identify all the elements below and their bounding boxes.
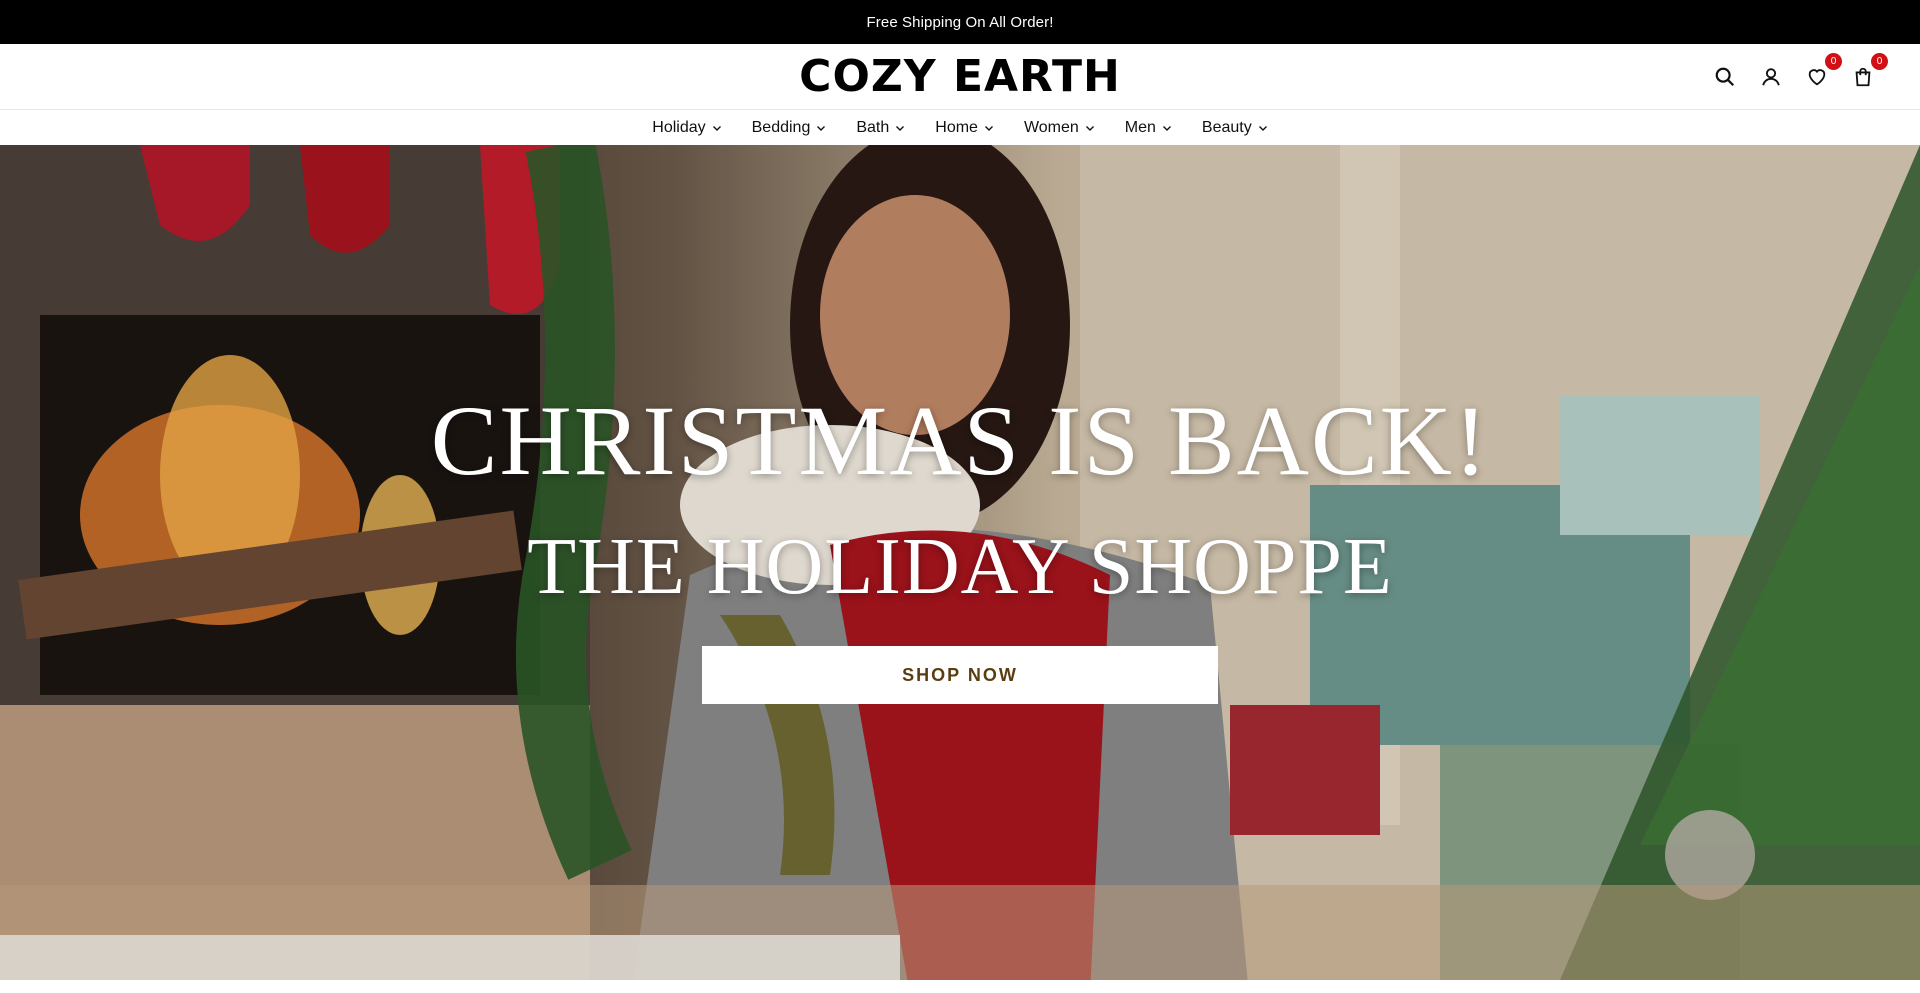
wishlist-count-badge: 0 <box>1825 53 1842 70</box>
nav-item-holiday[interactable]: Holiday <box>637 119 736 137</box>
nav-item-label: Bedding <box>751 118 811 136</box>
chevron-down-icon <box>1085 125 1094 131</box>
nav-item-label: Home <box>935 118 978 136</box>
nav-item-label: Bath <box>856 118 890 136</box>
nav-item-bath[interactable]: Bath <box>841 119 920 137</box>
hero-subheadline: THE HOLIDAY SHOPPE <box>527 523 1393 611</box>
shop-now-button[interactable]: SHOP NOW <box>702 646 1218 704</box>
announcement-bar: Free Shipping On All Order! <box>0 0 1920 44</box>
nav-item-home[interactable]: Home <box>920 119 1009 137</box>
chevron-down-icon <box>984 125 993 131</box>
cart-count-badge: 0 <box>1871 53 1888 70</box>
hero-banner[interactable]: CHRISTMAS IS BACK! THE HOLIDAY SHOPPE SH… <box>0 145 1920 980</box>
search-icon[interactable] <box>1712 64 1738 90</box>
site-header: COZY EARTH 0 0 <box>0 44 1920 110</box>
nav-item-women[interactable]: Women <box>1009 119 1110 137</box>
page-bottom-edge <box>0 980 1920 993</box>
chevron-down-icon <box>712 125 721 131</box>
brand-logo[interactable]: COZY EARTH <box>0 52 1920 102</box>
nav-item-bedding[interactable]: Bedding <box>737 119 842 137</box>
main-nav: Holiday Bedding Bath Home Women Men Beau… <box>0 110 1920 145</box>
chevron-down-icon <box>1258 125 1267 131</box>
nav-item-label: Holiday <box>652 118 706 136</box>
nav-item-label: Women <box>1023 118 1079 136</box>
wishlist-icon[interactable]: 0 <box>1804 53 1842 90</box>
header-icons: 0 0 <box>1712 53 1888 90</box>
chevron-down-icon <box>896 125 905 131</box>
nav-item-label: Men <box>1124 118 1156 136</box>
announcement-text: Free Shipping On All Order! <box>866 13 1054 31</box>
chevron-down-icon <box>1162 125 1171 131</box>
nav-item-men[interactable]: Men <box>1110 119 1187 137</box>
cart-icon[interactable]: 0 <box>1850 53 1888 90</box>
nav-item-beauty[interactable]: Beauty <box>1187 119 1283 137</box>
nav-item-label: Beauty <box>1201 118 1252 136</box>
account-icon[interactable] <box>1758 64 1784 90</box>
hero-headline: CHRISTMAS IS BACK! <box>430 385 1490 496</box>
chevron-down-icon <box>817 125 826 131</box>
